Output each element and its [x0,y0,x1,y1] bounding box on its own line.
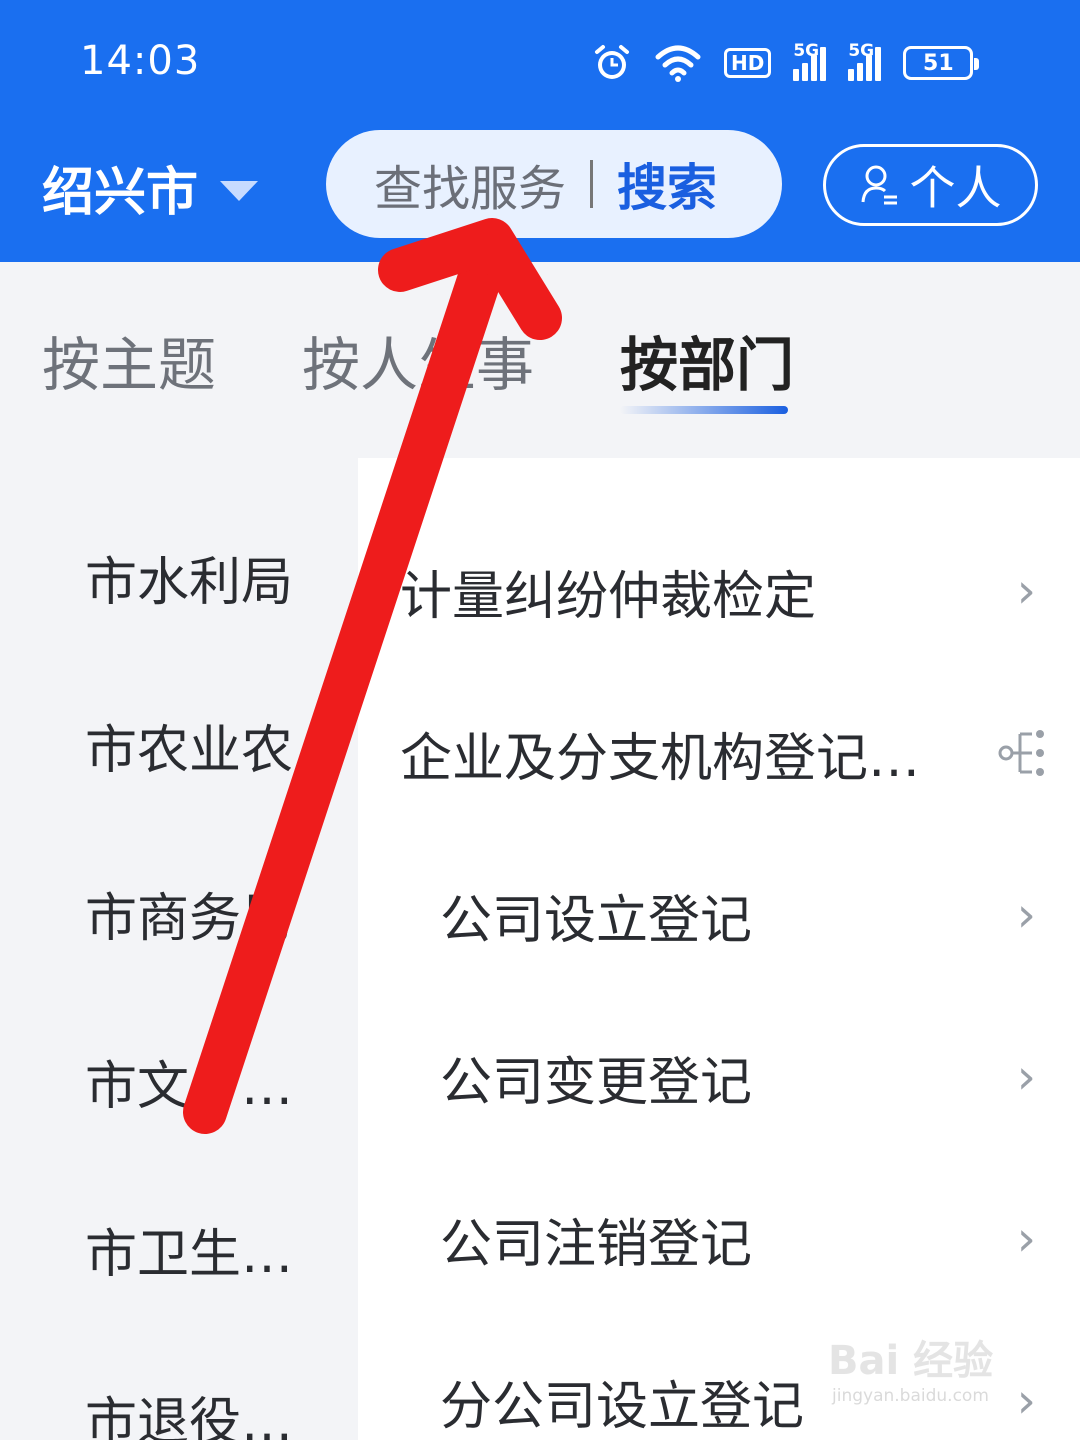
search-bar[interactable]: 查找服务 搜索 [326,130,782,238]
service-label: 公司设立登记 [440,890,753,951]
chevron-right-icon: › [1016,887,1036,943]
service-row[interactable]: 计量纠纷仲裁检定 › [358,536,1080,646]
service-label: 计量纠纷仲裁检定 [400,566,817,627]
tab-by-department[interactable]: 按部门 [620,318,794,414]
tree-icon [998,730,1044,776]
wifi-icon [654,43,702,83]
search-input[interactable]: 查找服务 [374,149,566,219]
department-item[interactable]: 市卫生健… [0,1162,340,1330]
caret-down-icon [220,180,259,201]
chevron-right-icon: › [1016,563,1036,619]
service-group-row[interactable]: 企业及分支机构登记… [358,698,1080,808]
chevron-right-icon: › [1016,1049,1036,1105]
city-label: 绍兴市 [42,163,199,223]
alarm-icon [592,43,632,83]
5g-signal-icon: 5G [848,41,882,81]
chevron-right-icon: › [1016,1211,1036,1267]
tab-by-topic[interactable]: 按主题 [42,318,216,402]
service-label: 公司变更登记 [440,1052,753,1113]
category-tabs: 按主题 按人生事 按部门 [42,318,794,414]
watermark-brand: Bai 经验 [828,1338,994,1384]
department-item[interactable]: 市退役军… [0,1330,340,1440]
baidu-watermark: Bai 经验 jingyan.baidu.com [828,1320,1028,1420]
personal-label: 个人 [909,161,1002,215]
hd-icon: HD [724,48,772,78]
department-item[interactable]: 市农业农 [0,658,340,826]
status-bar: 14:03 HD 5G 5G 51 [0,0,1080,120]
user-icon [861,165,897,205]
department-item[interactable]: 市商务局 [0,826,340,994]
service-row[interactable]: 公司注销登记 › [358,1184,1080,1294]
service-row[interactable]: 公司设立登记 › [358,860,1080,970]
status-time: 14:03 [80,38,201,84]
app-header: 14:03 HD 5G 5G 51 绍兴市 查找服务 搜索 个人 [0,0,1080,262]
service-row[interactable]: 公司变更登记 › [358,1022,1080,1132]
5g-signal-icon: 5G [793,41,827,81]
service-label: 企业及分支机构登记… [400,728,921,789]
search-button[interactable]: 搜索 [617,148,717,220]
tab-by-life-event[interactable]: 按人生事 [302,318,534,402]
department-list: 市水利局 市农业农 市商务局 市文广旅… 市卫生健… 市退役军… [0,490,358,1440]
department-item[interactable]: 市水利局 [0,490,340,658]
department-item[interactable]: 市文广旅… [0,994,340,1162]
status-icons: HD 5G 5G 51 [592,40,980,86]
city-selector[interactable]: 绍兴市 [42,150,259,225]
personal-button[interactable]: 个人 [823,144,1038,226]
service-panel: 计量纠纷仲裁检定 › 企业及分支机构登记… 公司设立登记 › 公司变更登记 › … [358,458,1080,1440]
search-divider [590,160,594,208]
battery-icon: 51 [903,46,980,80]
service-label: 分公司设立登记 [440,1376,805,1437]
watermark-url: jingyan.baidu.com [832,1386,989,1406]
service-label: 公司注销登记 [440,1214,753,1275]
